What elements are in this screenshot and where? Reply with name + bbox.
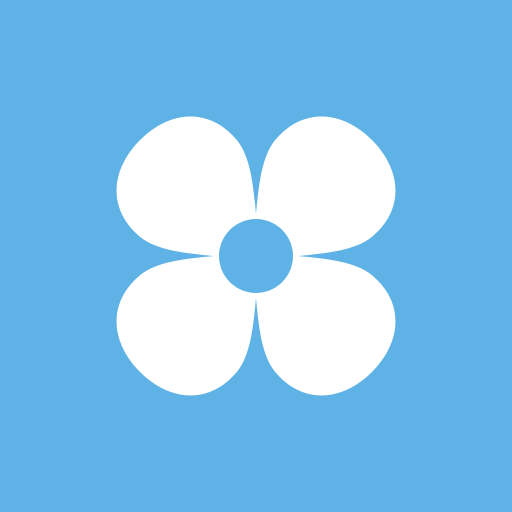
flower-center: [219, 219, 293, 293]
four-petal-flower-icon: [0, 0, 512, 512]
app-icon: [0, 0, 512, 512]
